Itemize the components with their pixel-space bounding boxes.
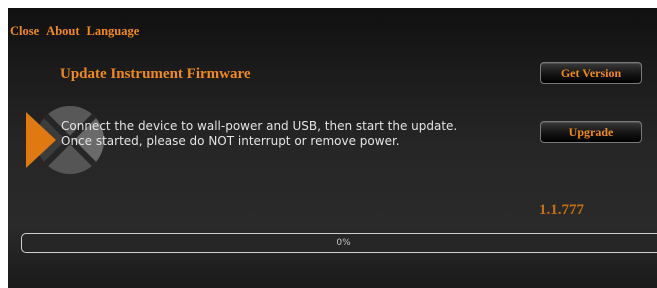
version-label: 1.1.777 xyxy=(539,202,584,218)
instructions-text: Connect the device to wall-power and USB… xyxy=(61,119,458,148)
menu-about[interactable]: About xyxy=(46,24,79,42)
progress-bar: 0% xyxy=(21,233,657,253)
menu-bar: Close About Language xyxy=(8,24,146,42)
menu-language[interactable]: Language xyxy=(87,24,140,42)
menu-close[interactable]: Close xyxy=(10,24,39,42)
firmware-update-window: Close About Language Update Instrument F… xyxy=(8,8,657,288)
get-version-button[interactable]: Get Version xyxy=(540,62,642,84)
page-title: Update Instrument Firmware xyxy=(60,66,251,82)
upgrade-button[interactable]: Upgrade xyxy=(540,121,642,143)
progress-label: 0% xyxy=(336,238,351,248)
